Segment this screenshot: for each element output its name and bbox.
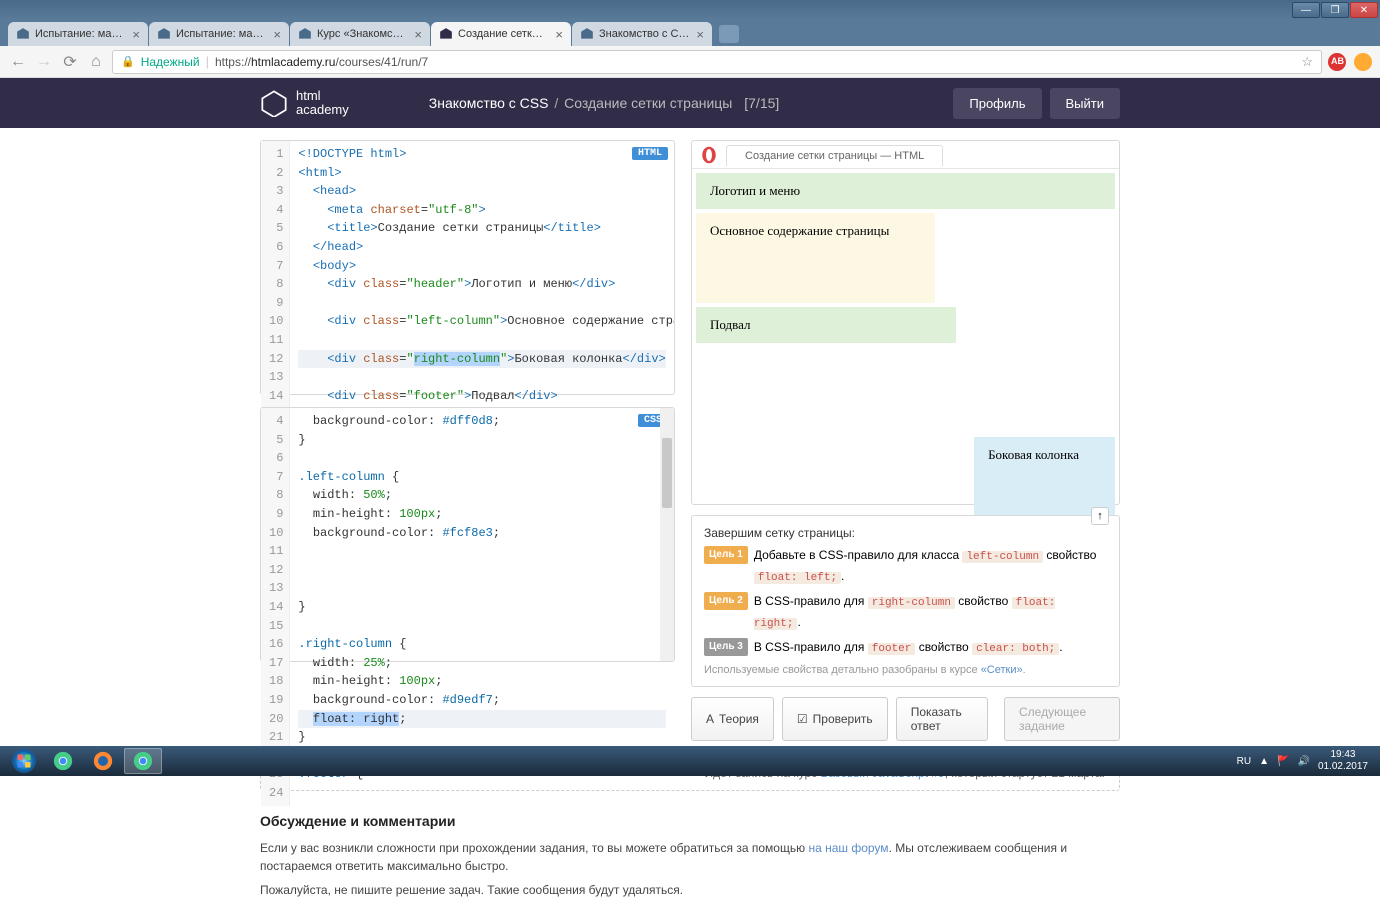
goals-note-link[interactable]: «Сетки» [981, 664, 1023, 676]
editor-badge-html: HTML [632, 147, 668, 160]
tab-close-icon[interactable]: × [273, 27, 281, 42]
tab-favicon-icon [298, 27, 312, 41]
preview-viewport: Логотип и меню Основное содержание стран… [692, 169, 1119, 504]
site-header: htmlacademy Знакомство с CSS / Создание … [0, 78, 1380, 128]
tab-favicon-icon [157, 27, 171, 41]
tray-clock[interactable]: 19:43 01.02.2017 [1318, 749, 1368, 773]
browser-tab[interactable]: Курс «Знакомство с CS... × [290, 22, 430, 46]
secure-label: Надежный [141, 55, 200, 69]
site-logo[interactable]: htmlacademy [260, 89, 349, 118]
comments-heading: Обсуждение и комментарии [260, 813, 1120, 829]
goal-item: Цель 3 В CSS-правило для footer свойство… [704, 638, 1107, 659]
star-icon[interactable]: ☆ [1301, 54, 1313, 70]
tray-lang[interactable]: RU [1237, 756, 1251, 767]
tab-favicon-icon [16, 27, 30, 41]
action-bar: AТеория ☑Проверить Показать ответ Следую… [691, 697, 1120, 741]
browser-tab[interactable]: Испытание: макет-про... × [8, 22, 148, 46]
forum-link[interactable]: на наш форум [808, 841, 888, 855]
tray-up-icon[interactable]: ▲ [1259, 756, 1269, 767]
font-icon: A [706, 712, 714, 726]
check-button[interactable]: ☑Проверить [782, 697, 888, 741]
browser-tab[interactable]: Испытание: макет-про... × [149, 22, 289, 46]
logo-icon [260, 89, 288, 117]
preview-panel: Создание сетки страницы — HTML Логотип и… [691, 140, 1120, 505]
preview-left-block: Основное содержание страницы [696, 213, 935, 303]
taskbar-app-firefox[interactable] [84, 748, 122, 774]
tray-sound-icon[interactable]: 🔊 [1297, 756, 1309, 767]
tab-favicon-icon [439, 27, 453, 41]
preview-footer-block: Подвал [696, 307, 956, 343]
goals-note: Используемые свойства детально разобраны… [704, 664, 1107, 676]
tab-title: Испытание: макет-про... [176, 28, 266, 40]
tab-close-icon[interactable]: × [696, 27, 704, 42]
tab-title: Испытание: макет-про... [35, 28, 125, 40]
tab-title: Курс «Знакомство с CS... [317, 28, 407, 40]
tray-flag-icon[interactable]: 🚩 [1277, 756, 1289, 767]
preview-tab[interactable]: Создание сетки страницы — HTML [726, 145, 943, 166]
reload-button[interactable]: ⟳ [60, 52, 80, 72]
preview-header-block: Логотип и меню [696, 173, 1115, 209]
windows-logo-icon [11, 748, 37, 774]
start-button[interactable] [4, 747, 44, 775]
comments-section: Обсуждение и комментарии Если у вас возн… [260, 813, 1120, 898]
address-bar[interactable]: 🔒 Надежный | https://htmlacademy.ru/cour… [112, 50, 1322, 74]
logout-button[interactable]: Выйти [1050, 88, 1121, 119]
url-text: https://htmlacademy.ru/courses/41/run/7 [215, 55, 428, 69]
tab-title: Создание сетки страни... [458, 28, 548, 40]
css-editor[interactable]: CSS 456789101112131415161718192021222324… [260, 407, 675, 662]
tab-favicon-icon [580, 27, 594, 41]
window-minimize-button[interactable]: — [1292, 2, 1320, 18]
preview-tabbar: Создание сетки страницы — HTML [692, 141, 1119, 169]
browser-tab-active[interactable]: Создание сетки страни... × [431, 22, 571, 46]
system-tray: RU ▲ 🚩 🔊 19:43 01.02.2017 [1237, 749, 1376, 773]
scrollbar[interactable] [660, 408, 674, 661]
taskbar-app-chrome-active[interactable] [124, 748, 162, 774]
browser-toolbar: ← → ⟳ ⌂ 🔒 Надежный | https://htmlacademy… [0, 46, 1380, 78]
next-task-button: Следующее задание [1004, 697, 1120, 741]
extension-icon[interactable]: AB [1328, 53, 1346, 71]
main-content: HTML 12345678910111213141516 <!DOCTYPE h… [0, 128, 1380, 741]
goal-item: Цель 2 В CSS-правило для right-column св… [704, 592, 1107, 633]
tab-close-icon[interactable]: × [132, 27, 140, 42]
collapse-up-icon[interactable]: ↑ [1091, 507, 1109, 525]
new-tab-button[interactable] [719, 25, 739, 43]
theory-button[interactable]: AТеория [691, 697, 774, 741]
extension-icons: AB [1328, 53, 1372, 71]
breadcrumb-page: Создание сетки страницы [564, 95, 732, 111]
goal-badge: Цель 2 [704, 592, 748, 610]
browser-tabstrip: Испытание: макет-про... × Испытание: мак… [0, 20, 1380, 46]
window-maximize-button[interactable]: ❐ [1321, 2, 1349, 18]
goal-badge: Цель 3 [704, 638, 748, 656]
goal-item: Цель 1 Добавьте в CSS-правило для класса… [704, 546, 1107, 587]
tab-title: Знакомство с CSS / Соз... [599, 28, 689, 40]
editor-gutter: 12345678910111213141516 [261, 141, 290, 447]
editor-code[interactable]: <!DOCTYPE html> <html> <head> <meta char… [290, 141, 674, 447]
window-close-button[interactable]: ✕ [1350, 2, 1378, 18]
show-answer-button[interactable]: Показать ответ [896, 697, 988, 741]
opera-icon [700, 146, 718, 164]
check-icon: ☑ [797, 712, 808, 726]
goal-badge: Цель 1 [704, 546, 748, 564]
forward-button[interactable]: → [34, 52, 54, 72]
goals-panel: ↑ Завершим сетку страницы: Цель 1 Добавь… [691, 515, 1120, 687]
tab-close-icon[interactable]: × [555, 27, 563, 42]
breadcrumb: Знакомство с CSS / Создание сетки страни… [429, 95, 780, 111]
taskbar-app-chrome[interactable] [44, 748, 82, 774]
profile-button[interactable]: Профиль [953, 88, 1041, 119]
browser-tab[interactable]: Знакомство с CSS / Соз... × [572, 22, 712, 46]
back-button[interactable]: ← [8, 52, 28, 72]
goals-title: Завершим сетку страницы: [704, 526, 1107, 540]
windows-taskbar: RU ▲ 🚩 🔊 19:43 01.02.2017 [0, 746, 1380, 776]
comments-text: Если у вас возникли сложности при прохож… [260, 839, 1120, 875]
home-button[interactable]: ⌂ [86, 52, 106, 72]
comments-text: Пожалуйста, не пишите решение задач. Так… [260, 881, 1120, 898]
html-editor[interactable]: HTML 12345678910111213141516 <!DOCTYPE h… [260, 140, 675, 395]
lock-icon: 🔒 [121, 55, 135, 68]
breadcrumb-course[interactable]: Знакомство с CSS [429, 95, 549, 111]
breadcrumb-count: [7/15] [744, 95, 779, 111]
tab-close-icon[interactable]: × [414, 27, 422, 42]
windows-titlebar: — ❐ ✕ [0, 0, 1380, 20]
extension-icon[interactable] [1354, 53, 1372, 71]
